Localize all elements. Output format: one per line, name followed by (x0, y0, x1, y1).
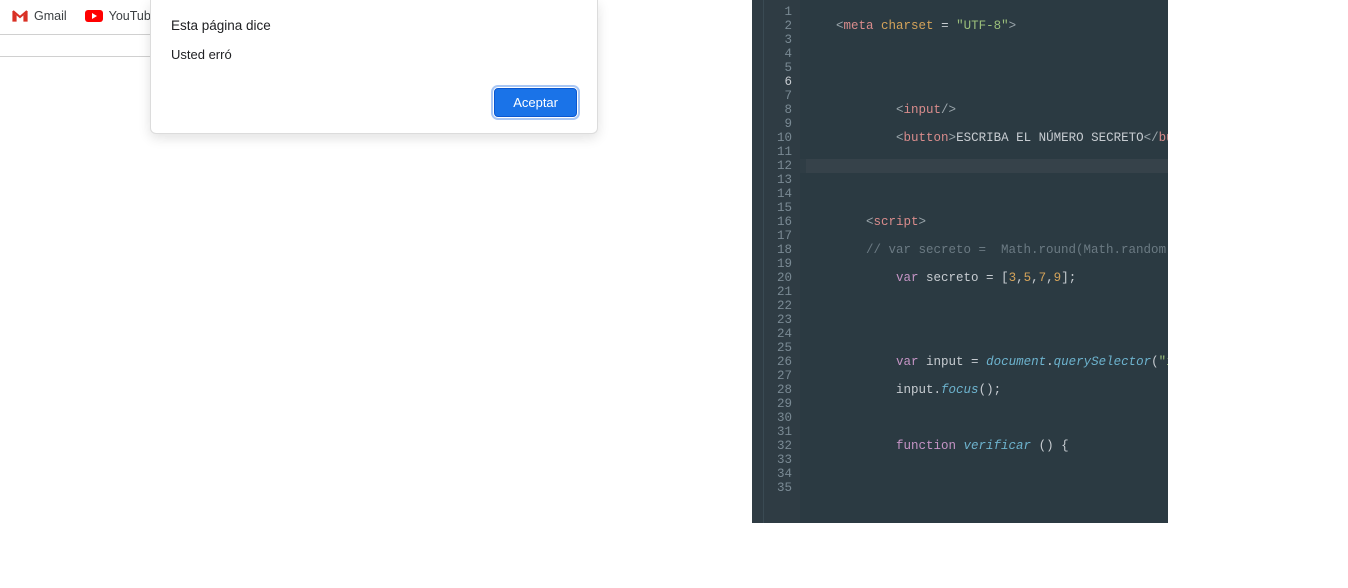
divider (0, 56, 150, 57)
fold-strip (752, 0, 764, 523)
alert-dialog: Esta página dice Usted erró Aceptar (150, 0, 598, 134)
code-editor[interactable]: 1234567891011121314151617181920212223242… (752, 0, 1168, 523)
gmail-icon (12, 10, 28, 22)
divider (0, 34, 150, 35)
dialog-message: Usted erró (171, 47, 577, 62)
bookmark-youtube[interactable]: YouTube (85, 9, 158, 23)
bookmark-gmail-label: Gmail (34, 9, 67, 23)
editor-gutter: 1234567891011121314151617181920212223242… (752, 0, 800, 523)
accept-button[interactable]: Aceptar (494, 88, 577, 117)
code-area[interactable]: <meta charset = "UTF-8"> <input/> <butto… (800, 0, 1168, 523)
dialog-title: Esta página dice (171, 18, 577, 33)
bookmark-gmail[interactable]: Gmail (12, 9, 67, 23)
youtube-icon (85, 10, 103, 22)
line-numbers: 1234567891011121314151617181920212223242… (764, 0, 800, 523)
dialog-actions: Aceptar (171, 88, 577, 117)
